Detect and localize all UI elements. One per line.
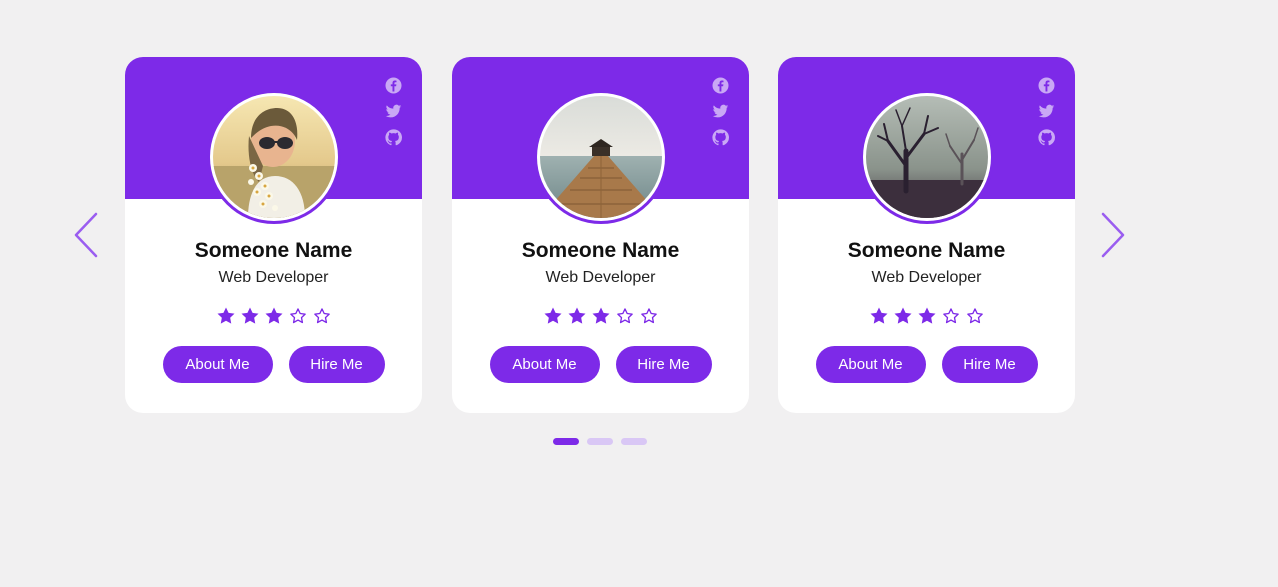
star-outline-icon — [312, 306, 332, 326]
profile-card: Someone Name Web Developer About Me Hire … — [778, 57, 1075, 413]
pagination-dot-2[interactable] — [587, 438, 613, 445]
github-icon[interactable] — [385, 129, 402, 146]
profile-name: Someone Name — [847, 239, 1006, 262]
twitter-icon[interactable] — [1038, 103, 1055, 120]
star-outline-icon — [288, 306, 308, 326]
star-rating — [452, 306, 749, 326]
star-filled-icon — [917, 306, 937, 326]
star-filled-icon — [240, 306, 260, 326]
hire-me-button[interactable]: Hire Me — [288, 346, 385, 383]
star-filled-icon — [264, 306, 284, 326]
pagination-dot-3[interactable] — [621, 438, 647, 445]
star-outline-icon — [965, 306, 985, 326]
profile-name: Someone Name — [194, 239, 353, 262]
facebook-icon[interactable] — [1038, 77, 1055, 94]
hire-me-button[interactable]: Hire Me — [941, 346, 1038, 383]
twitter-icon[interactable] — [385, 103, 402, 120]
card-actions: About Me Hire Me — [778, 346, 1075, 383]
next-slide-button[interactable] — [1098, 210, 1128, 260]
avatar — [533, 90, 668, 224]
profile-name: Someone Name — [521, 239, 680, 262]
star-outline-icon — [941, 306, 961, 326]
avatar — [206, 90, 341, 224]
profile-job-title: Web Developer — [218, 269, 329, 286]
slider-pagination — [553, 438, 655, 445]
profile-job-title: Web Developer — [871, 269, 982, 286]
profile-card: Someone Name Web Developer About Me Hire … — [125, 57, 422, 413]
github-icon[interactable] — [712, 129, 729, 146]
hire-me-button[interactable]: Hire Me — [615, 346, 712, 383]
star-rating — [778, 306, 1075, 326]
about-me-button[interactable]: About Me — [162, 346, 273, 383]
profile-card: Someone Name Web Developer About Me Hire … — [452, 57, 749, 413]
profile-card-slider: Someone Name Web Developer About Me Hire … — [0, 0, 1278, 587]
star-outline-icon — [639, 306, 659, 326]
about-me-button[interactable]: About Me — [815, 346, 926, 383]
profile-photo — [539, 96, 662, 218]
star-filled-icon — [543, 306, 563, 326]
star-outline-icon — [615, 306, 635, 326]
twitter-icon[interactable] — [712, 103, 729, 120]
prev-slide-button[interactable] — [70, 210, 100, 260]
star-filled-icon — [591, 306, 611, 326]
profile-job-title: Web Developer — [545, 269, 656, 286]
facebook-icon[interactable] — [712, 77, 729, 94]
star-filled-icon — [893, 306, 913, 326]
avatar — [859, 90, 994, 224]
social-links — [385, 77, 403, 155]
about-me-button[interactable]: About Me — [489, 346, 600, 383]
card-actions: About Me Hire Me — [452, 346, 749, 383]
chevron-right-icon — [1101, 212, 1125, 258]
star-rating — [125, 306, 422, 326]
chevron-left-icon — [74, 212, 98, 258]
star-filled-icon — [869, 306, 889, 326]
pagination-dot-1[interactable] — [553, 438, 579, 445]
github-icon[interactable] — [1038, 129, 1055, 146]
star-filled-icon — [216, 306, 236, 326]
star-filled-icon — [567, 306, 587, 326]
social-links — [1038, 77, 1056, 155]
facebook-icon[interactable] — [385, 77, 402, 94]
profile-photo — [865, 96, 988, 218]
social-links — [712, 77, 730, 155]
profile-photo — [212, 96, 335, 218]
card-actions: About Me Hire Me — [125, 346, 422, 383]
